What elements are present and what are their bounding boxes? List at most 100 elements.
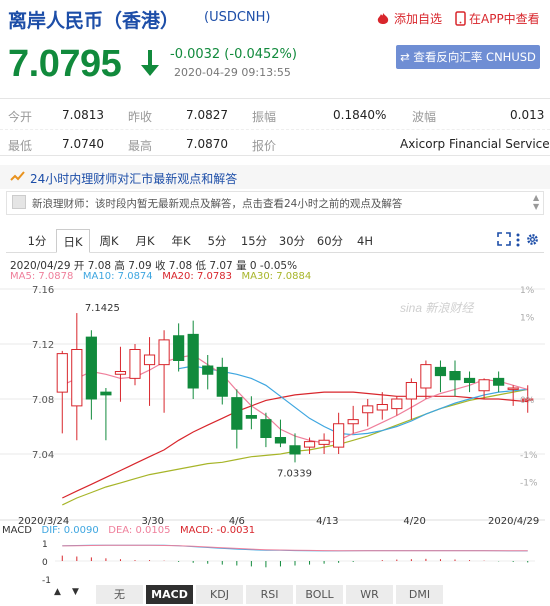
open-in-app-label: 在APP中查看 xyxy=(469,12,540,26)
candle-body xyxy=(289,445,301,455)
tab-5min[interactable]: 5分 xyxy=(200,229,234,253)
candle-body xyxy=(376,404,388,411)
tab-weekly-k[interactable]: 周K xyxy=(92,229,126,253)
indicator-dmi[interactable]: DMI xyxy=(396,585,444,604)
indicator-wr[interactable]: WR xyxy=(346,585,394,604)
candle-body xyxy=(202,365,214,375)
prev-close-value: 7.0827 xyxy=(186,108,228,122)
pct-tick-label: -1% xyxy=(520,451,538,461)
page-title: 离岸人民币（香港） xyxy=(8,10,180,32)
indicator-macd[interactable]: MACD xyxy=(146,585,194,604)
reverse-rate-button[interactable]: ⇄ 查看反向汇率 CNHUSD xyxy=(396,45,540,69)
y-tick-label: 7.08 xyxy=(32,395,54,406)
candle-body xyxy=(493,377,505,386)
chart-background xyxy=(0,284,550,584)
pct-tick-label: -1% xyxy=(520,479,538,489)
quote-source-value: Axicorp Financial Services xyxy=(400,137,550,151)
tab-60min[interactable]: 60分 xyxy=(312,229,348,253)
candle-body xyxy=(420,364,432,389)
advisor-avatar xyxy=(12,195,26,209)
trend-icon xyxy=(10,171,25,181)
macd-panel-label: MACD xyxy=(2,525,32,536)
macd-tick-label: 0 xyxy=(42,558,48,568)
low-value: 7.0740 xyxy=(62,137,104,151)
kline-chart[interactable]: sina 新浪财经 7.16 7.12 7.08 7.04 1% 1% 0% -1% -1% 2… xyxy=(0,284,550,584)
candle-body xyxy=(391,398,403,410)
ma-legend: MA5: 7.0878 MA10: 7.0874 MA20: 7.0783 MA… xyxy=(10,271,311,282)
y-tick-label: 7.12 xyxy=(32,340,54,351)
opinion-scroll-arrows[interactable]: ▲ ▼ xyxy=(533,193,539,211)
quote-row: 今开 7.0813 昨收 7.0827 振幅 0.1840% 波幅 0.013 xyxy=(0,101,550,129)
tab-4h[interactable]: 4H xyxy=(350,229,380,253)
amplitude-label: 振幅 xyxy=(252,110,277,124)
open-in-app-link[interactable]: 在APP中查看 xyxy=(455,10,540,27)
candle-body xyxy=(434,366,447,377)
fire-icon xyxy=(377,13,389,24)
candle-body xyxy=(260,419,272,438)
x-tick-label: 4/13 xyxy=(316,516,338,527)
candle-body xyxy=(216,366,228,397)
indicator-boll[interactable]: BOLL xyxy=(296,585,344,604)
gear-icon[interactable] xyxy=(525,232,540,247)
add-watchlist-label: 添加自选 xyxy=(394,12,443,26)
macd-legend: MACD DIF: 0.0090 DEA: 0.0105 MACD: -0.00… xyxy=(2,525,256,536)
price-change: -0.0032 (-0.0452%) xyxy=(170,47,297,62)
more-options-icon[interactable] xyxy=(514,232,522,248)
candle-body xyxy=(129,349,141,379)
quote-source-label: 报价 xyxy=(252,139,277,153)
fullscreen-icon[interactable] xyxy=(497,232,511,246)
y-tick-label: 7.04 xyxy=(32,450,54,461)
tab-15min[interactable]: 15分 xyxy=(236,229,272,253)
tab-daily-k[interactable]: 日K xyxy=(56,229,90,253)
swap-icon: ⇄ xyxy=(400,50,414,64)
x-tick-label: 2020/4/29 xyxy=(488,516,539,527)
add-watchlist-link[interactable]: 添加自选 xyxy=(375,10,442,27)
candle-body xyxy=(318,439,330,445)
candle-body xyxy=(231,397,243,430)
reverse-rate-label: 查看反向汇率 CNHUSD xyxy=(413,50,536,64)
scroll-down-button[interactable]: ▼ xyxy=(72,587,79,597)
pct-tick-label: 0% xyxy=(520,396,535,406)
candle-body xyxy=(143,354,156,366)
low-annotation: 7.0339 xyxy=(277,468,312,479)
high-label: 最高 xyxy=(128,139,153,153)
watermark-text: sina 新浪财经 xyxy=(400,301,475,315)
tab-monthly-k[interactable]: 月K xyxy=(128,229,162,253)
opinion-message[interactable]: 新浪理财师：该时段内暂无最新观点及解答，点击查看24小时之前的观点及解答 xyxy=(32,196,402,211)
tab-1min[interactable]: 1分 xyxy=(20,229,54,253)
indicator-kdj[interactable]: KDJ xyxy=(196,585,244,604)
candle-body xyxy=(158,339,170,366)
candle-body xyxy=(71,349,83,407)
chart-grid xyxy=(0,284,550,584)
ma5-legend: MA5: 7.0878 xyxy=(10,271,74,282)
indicator-none[interactable]: 无 xyxy=(96,585,144,604)
candle-body xyxy=(449,371,461,381)
scroll-up-button[interactable]: ▲ xyxy=(54,587,61,597)
symbol-code: (USDCNH) xyxy=(204,10,271,25)
opinion-title-link[interactable]: 24小时内理财师对汇市最新观点和解答 xyxy=(30,170,237,187)
candle-body xyxy=(463,377,476,383)
low-label: 最低 xyxy=(8,139,33,153)
tab-yearly-k[interactable]: 年K xyxy=(164,229,198,253)
phone-icon xyxy=(455,11,466,26)
candle-body xyxy=(114,371,127,375)
candle-body xyxy=(56,353,68,393)
volatility-value: 0.013 xyxy=(510,108,545,122)
quote-timestamp: 2020-04-29 09:13:55 xyxy=(174,66,291,79)
open-value: 7.0813 xyxy=(62,108,104,122)
current-price: 7.0795 xyxy=(8,43,122,85)
amplitude-value: 0.1840% xyxy=(333,108,387,122)
prev-close-label: 昨收 xyxy=(128,110,153,124)
pct-tick-label: 1% xyxy=(520,314,535,324)
macd-value-legend: MACD: -0.0031 xyxy=(180,525,256,536)
open-label: 今开 xyxy=(8,110,33,124)
tab-30min[interactable]: 30分 xyxy=(274,229,310,253)
indicator-rsi[interactable]: RSI xyxy=(246,585,294,604)
ma20-legend: MA20: 7.0783 xyxy=(162,271,232,282)
candle-body xyxy=(347,419,359,425)
macd-tick-label: 1 xyxy=(42,540,48,550)
x-tick-label: 4/20 xyxy=(403,516,425,527)
candle-body xyxy=(100,391,112,396)
candle-body xyxy=(478,379,490,392)
quote-row: 最低 7.0740 最高 7.0870 报价 Axicorp Financial… xyxy=(0,129,550,157)
